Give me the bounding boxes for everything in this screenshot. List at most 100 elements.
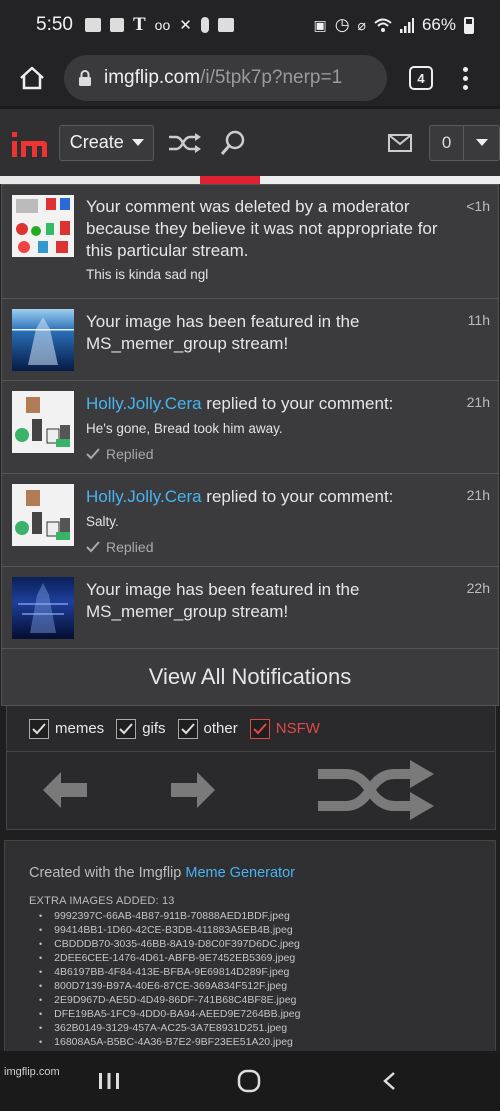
tab-switcher-button[interactable]: 4: [409, 66, 433, 90]
notification-action: replied to your comment:: [201, 394, 394, 413]
notification-thumbnail: [12, 577, 74, 639]
status-bar: 5:50 T oo ✕ ▣ ◷ ⌀ 66%: [0, 0, 500, 50]
notification-item[interactable]: Holly.Jolly.Cera replied to your comment…: [2, 381, 498, 474]
notification-time: 11h: [467, 312, 490, 328]
replied-status: Replied: [86, 446, 153, 462]
lock-icon: ▣: [313, 16, 327, 33]
list-item: 4B6197BB-4F84-413E-BFBA-9E69814D289F.jpe…: [39, 965, 495, 979]
notification-time: <1h: [466, 198, 490, 214]
android-nav-bar: [0, 1051, 500, 1111]
back-nav-button[interactable]: [374, 1063, 404, 1099]
status-system-icons: ▣ ◷ ⌀ 66%: [313, 15, 474, 35]
notification-item[interactable]: Your image has been featured in the MS_m…: [2, 299, 498, 381]
notifications-panel: Your comment was deleted by a moderator …: [1, 184, 499, 706]
background-image-strip: [0, 176, 500, 184]
list-item: 99414BB1-1D60-42CE-B3DB-411883A5EB4B.jpe…: [39, 923, 495, 937]
notification-text: Holly.Jolly.Cera replied to your comment…: [86, 486, 446, 508]
checkbox[interactable]: [29, 718, 49, 739]
imgflip-logo-icon: [12, 131, 47, 157]
tmobile-icon: T: [132, 14, 146, 35]
mute-icon: ⌀: [357, 16, 366, 33]
notification-text: Your image has been featured in the MS_m…: [86, 580, 360, 621]
home-nav-button[interactable]: [234, 1063, 264, 1099]
filter-gifs[interactable]: gifs: [116, 718, 166, 739]
url-path: /i/5tpk7p?nerp=1: [200, 67, 343, 88]
notification-item[interactable]: Holly.Jolly.Cera replied to your comment…: [2, 474, 498, 567]
checkbox[interactable]: [249, 718, 270, 739]
filter-other[interactable]: other: [177, 718, 238, 739]
next-button[interactable]: [165, 762, 221, 818]
alarm-icon: ◷: [334, 15, 350, 34]
notification-text: Your comment was deleted by a moderator …: [86, 197, 438, 260]
previous-button[interactable]: [37, 762, 93, 818]
filter-nsfw[interactable]: NSFW: [249, 718, 320, 739]
address-bar[interactable]: imgflip.com/i/5tpk7p?nerp=1: [64, 55, 387, 101]
create-button[interactable]: Create: [59, 124, 155, 161]
browser-menu-button[interactable]: [461, 66, 469, 90]
notification-thumbnail: [12, 484, 74, 546]
view-all-notifications-link[interactable]: View All Notifications: [2, 649, 498, 705]
notification-item[interactable]: Your image has been featured in the MS_m…: [2, 567, 498, 649]
lock-icon: [79, 70, 91, 86]
signal-icon: [399, 17, 414, 33]
checkbox[interactable]: [116, 718, 137, 739]
notification-comment: Salty.: [86, 514, 119, 529]
home-button[interactable]: [16, 62, 48, 94]
list-item: 9992397C-66AB-4B87-911B-70888AED1BDF.jpe…: [39, 909, 495, 923]
arrow-left-icon: [43, 772, 87, 808]
check-icon: [180, 722, 195, 734]
list-item: 2E9D967D-AE5D-4D49-86DF-741B68C4BF8E.jpe…: [39, 993, 495, 1007]
list-item: DFE19BA5-1FC9-4DD0-BA94-AEED9E7264BB.jpe…: [39, 1007, 495, 1021]
chevron-down-icon: [131, 139, 144, 146]
chevron-down-icon: [475, 139, 488, 146]
check-icon: [86, 541, 100, 553]
notification-thumbnail: [12, 391, 74, 453]
notification-comment: This is kinda sad ngl: [86, 267, 209, 282]
notification-thumbnail: [12, 309, 74, 371]
home-icon: [20, 66, 44, 90]
list-item: 800D7139-B97A-40E6-87CE-369A834F512F.jpe…: [39, 979, 495, 993]
chat-icon: [109, 18, 124, 32]
notification-comment: He's gone, Bread took him away.: [86, 421, 283, 436]
notification-item[interactable]: Your comment was deleted by a moderator …: [2, 185, 498, 299]
check-icon: [32, 722, 46, 734]
notification-time: 21h: [466, 487, 490, 503]
recent-apps-icon: [99, 1073, 119, 1089]
created-prefix: Created with the Imgflip: [29, 865, 186, 881]
random-button[interactable]: [313, 760, 437, 820]
filter-memes[interactable]: memes: [29, 718, 104, 739]
notifications-button[interactable]: 0: [429, 124, 500, 161]
status-notification-icons: T oo ✕: [84, 14, 234, 36]
missed-call-icon: ✕: [179, 17, 192, 34]
notification-username[interactable]: Holly.Jolly.Cera: [86, 487, 202, 506]
shuffle-button[interactable]: [168, 126, 202, 160]
battery-icon: [464, 16, 474, 34]
filter-label: NSFW: [275, 720, 320, 737]
meme-generator-link[interactable]: Meme Generator: [185, 865, 295, 881]
notification-text: Holly.Jolly.Cera replied to your comment…: [86, 393, 446, 415]
message-icon: [84, 18, 101, 32]
notification-time: 21h: [466, 394, 490, 410]
notification-text: Your image has been featured in the MS_m…: [86, 312, 360, 353]
search-button[interactable]: [216, 126, 250, 160]
status-time: 5:50: [36, 14, 73, 35]
gallery-icon: [217, 18, 234, 32]
check-icon: [119, 722, 133, 734]
browser-toolbar: imgflip.com/i/5tpk7p?nerp=1 4: [0, 50, 500, 106]
notification-thumbnail: [12, 195, 74, 257]
extra-images-heading: EXTRA IMAGES ADDED: 13: [29, 895, 175, 907]
imgflip-logo[interactable]: [12, 128, 49, 158]
checkbox[interactable]: [177, 718, 198, 739]
list-item: 2DEE6CEE-1476-4D61-ABFB-9E7452EB5369.jpe…: [39, 951, 495, 965]
arrow-right-icon: [171, 772, 215, 808]
extra-images-list: 9992397C-66AB-4B87-911B-70888AED1BDF.jpe…: [29, 909, 495, 1049]
notification-count: 0: [430, 125, 465, 160]
recent-apps-button[interactable]: [94, 1063, 124, 1099]
notification-time: 22h: [466, 580, 490, 596]
messages-button[interactable]: [384, 126, 418, 160]
notifications-dropdown-toggle[interactable]: [464, 139, 499, 146]
check-icon: [86, 448, 100, 460]
image-navigation: [6, 752, 496, 830]
back-chevron-icon: [383, 1072, 395, 1090]
notification-username[interactable]: Holly.Jolly.Cera: [86, 394, 202, 413]
